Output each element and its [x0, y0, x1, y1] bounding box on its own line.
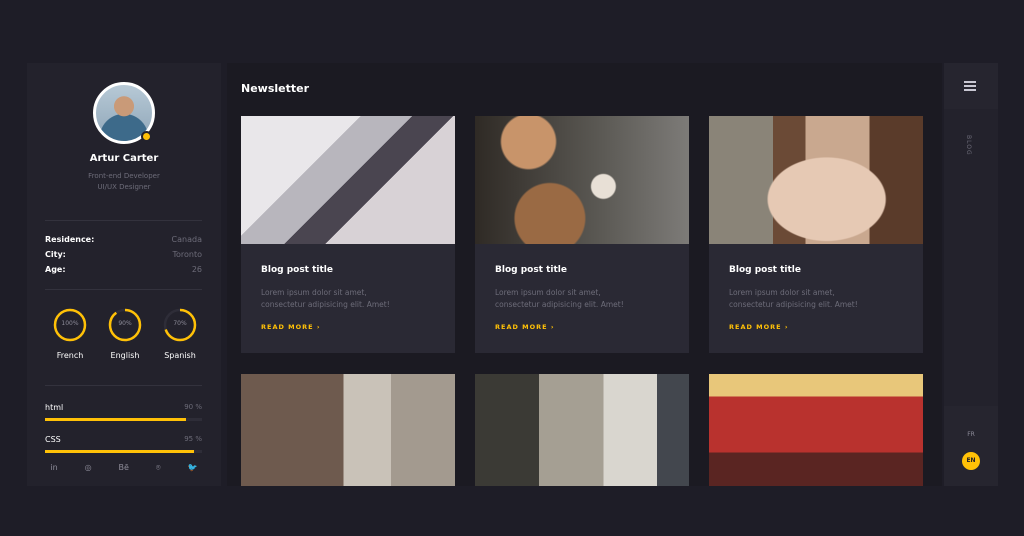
skill-value: 95 %: [184, 435, 202, 443]
blog-card-title: Blog post title: [729, 265, 801, 275]
linkedin-icon[interactable]: in: [50, 463, 57, 473]
blog-card-excerpt: consectetur adipisicing elit. Amet!: [495, 300, 624, 309]
language-french: 100% French: [45, 307, 95, 360]
progress-ring: 70%: [162, 307, 198, 343]
info-value: Toronto: [172, 250, 202, 259]
read-more-link[interactable]: READ MORE ›: [261, 323, 321, 331]
info-key: Age:: [45, 265, 66, 274]
profile-header: Artur Carter Front-end Developer UI/UX D…: [27, 63, 221, 213]
info-row-residence: Residence: Canada: [45, 235, 202, 250]
info-key: City:: [45, 250, 66, 259]
read-more-link[interactable]: READ MORE ›: [729, 323, 789, 331]
social-links: in ◎ Bē ⌾ 🐦: [27, 463, 221, 473]
skill-track: [45, 418, 202, 421]
page-title: Newsletter: [241, 82, 310, 95]
info-row-age: Age: 26: [45, 265, 202, 280]
skill-bars: html 90 % CSS 95 %: [45, 403, 202, 467]
blog-card[interactable]: [709, 374, 923, 486]
blog-card[interactable]: Blog post title Lorem ipsum dolor sit am…: [709, 116, 923, 353]
info-value: 26: [191, 265, 202, 274]
ring-percent: 90%: [118, 320, 132, 327]
skill-label: CSS: [45, 435, 61, 444]
blog-card-excerpt: consectetur adipisicing elit. Amet!: [729, 300, 858, 309]
read-more-link[interactable]: READ MORE ›: [495, 323, 555, 331]
skill-html: html 90 %: [45, 403, 202, 435]
blog-card-excerpt: consectetur adipisicing elit. Amet!: [261, 300, 390, 309]
github-icon[interactable]: ⌾: [156, 463, 161, 473]
profile-role: Front-end Developer: [88, 172, 160, 180]
blog-card-image: [709, 374, 923, 486]
skill-fill: [45, 418, 187, 421]
skill-value: 90 %: [184, 403, 202, 411]
skill-label: html: [45, 403, 64, 412]
blog-card[interactable]: [241, 374, 455, 486]
blog-card-image: [241, 374, 455, 486]
nav-label-blog[interactable]: BLOG: [965, 135, 972, 156]
progress-ring: 90%: [107, 307, 143, 343]
blog-card-excerpt: Lorem ipsum dolor sit amet,: [261, 288, 367, 297]
blog-card-title: Blog post title: [495, 265, 567, 275]
language-label: Spanish: [164, 351, 196, 360]
skill-fill: [45, 450, 195, 453]
info-value: Canada: [171, 235, 202, 244]
language-rings: 100% French 90% English 70% Spanish: [45, 307, 205, 360]
lang-option-en[interactable]: EN: [962, 452, 980, 470]
divider: [45, 385, 202, 386]
menu-button[interactable]: [944, 63, 998, 109]
divider: [45, 220, 202, 221]
info-list: Residence: Canada City: Toronto Age: 26: [45, 235, 202, 280]
progress-ring: 100%: [52, 307, 88, 343]
lang-option-fr[interactable]: FR: [944, 431, 998, 438]
language-label: French: [56, 351, 84, 360]
profile-role: UI/UX Designer: [97, 183, 151, 191]
twitter-icon[interactable]: 🐦: [188, 463, 198, 473]
skill-track: [45, 450, 202, 453]
profile-name: Artur Carter: [89, 153, 159, 164]
behance-icon[interactable]: Bē: [119, 463, 129, 473]
status-badge: [141, 131, 152, 142]
language-english: 90% English: [100, 307, 150, 360]
dribbble-icon[interactable]: ◎: [85, 463, 92, 473]
info-row-city: City: Toronto: [45, 250, 202, 265]
main-content: Newsletter Blog post title Lorem ipsum d…: [227, 63, 942, 486]
ring-percent: 70%: [173, 320, 187, 327]
blog-card[interactable]: Blog post title Lorem ipsum dolor sit am…: [241, 116, 455, 353]
blog-card[interactable]: [475, 374, 689, 486]
blog-card[interactable]: Blog post title Lorem ipsum dolor sit am…: [475, 116, 689, 353]
blog-card-excerpt: Lorem ipsum dolor sit amet,: [495, 288, 601, 297]
profile-sidebar: Artur Carter Front-end Developer UI/UX D…: [27, 63, 221, 486]
blog-card-image: [709, 116, 923, 244]
blog-card-excerpt: Lorem ipsum dolor sit amet,: [729, 288, 835, 297]
blog-card-title: Blog post title: [261, 265, 333, 275]
blog-card-image: [241, 116, 455, 244]
divider: [45, 289, 202, 290]
blog-card-image: [475, 116, 689, 244]
language-spanish: 70% Spanish: [155, 307, 205, 360]
ring-percent: 100%: [61, 320, 79, 327]
language-label: English: [110, 351, 140, 360]
language-switcher: FR EN: [944, 406, 998, 486]
info-key: Residence:: [45, 235, 95, 244]
main-header: Newsletter: [227, 63, 942, 111]
right-rail: BLOG FR EN: [944, 63, 998, 486]
blog-card-image: [475, 374, 689, 486]
hamburger-icon[interactable]: [964, 81, 976, 91]
